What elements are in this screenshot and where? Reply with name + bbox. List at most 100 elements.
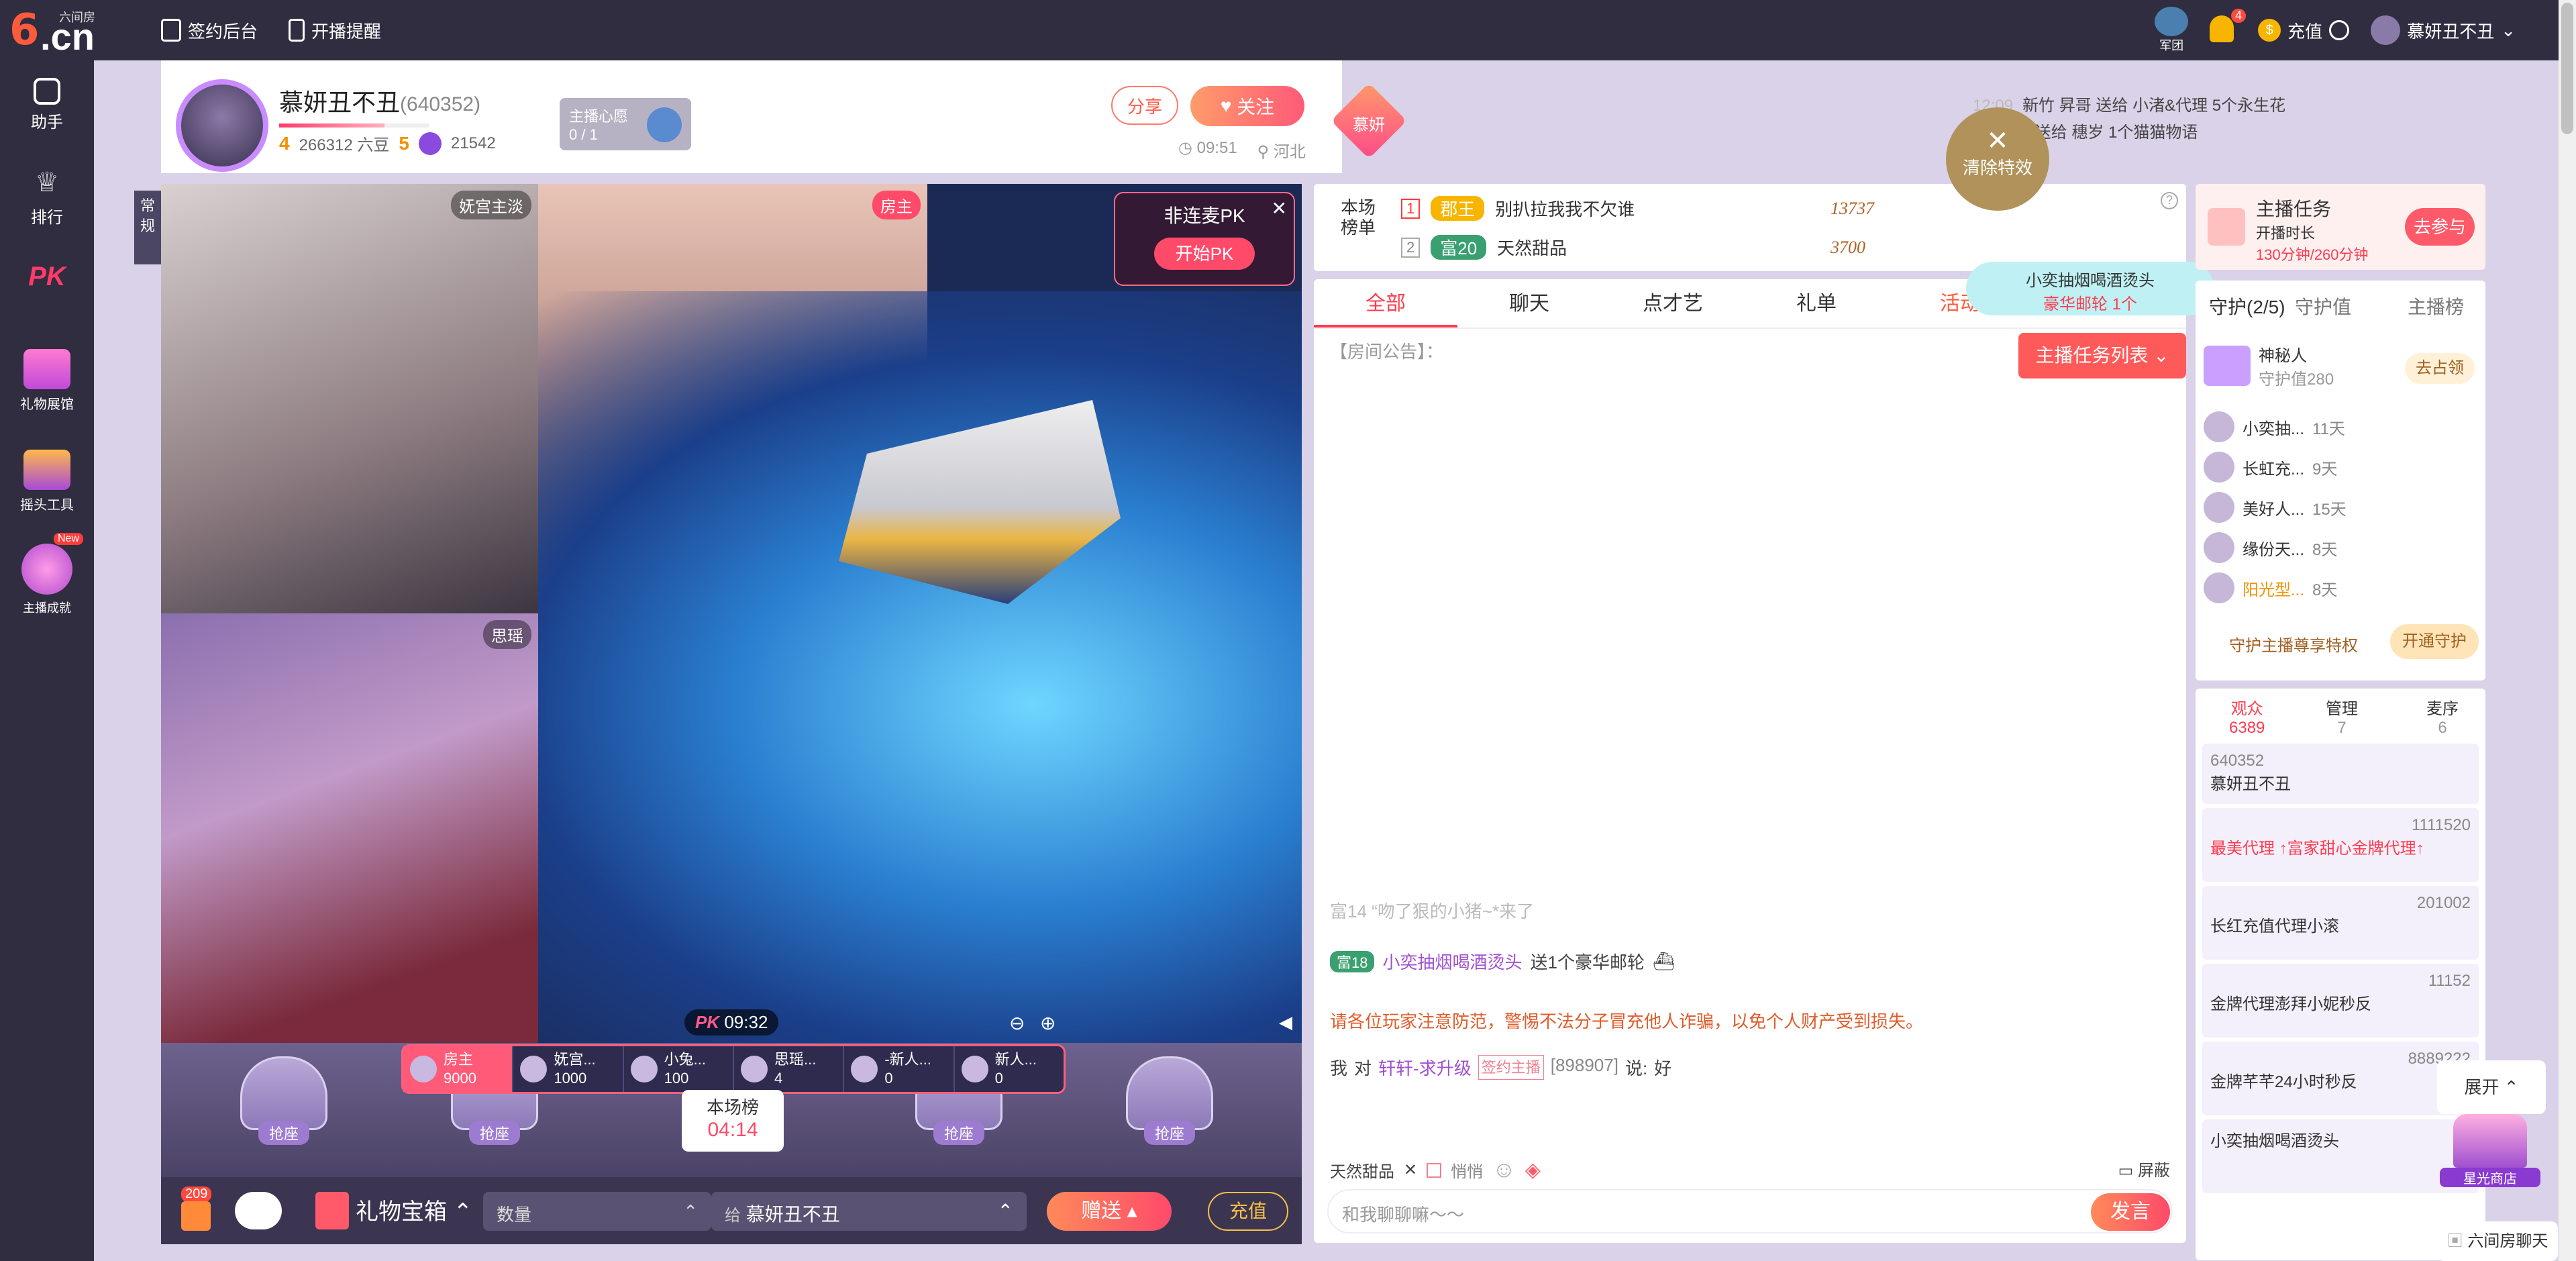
rank-item[interactable]: 妩宫... 1000 [513, 1046, 624, 1092]
start-pk-button[interactable]: 开始PK [1154, 238, 1255, 270]
sidebar-item-tool[interactable]: 摇头工具 [0, 450, 94, 513]
guard-row[interactable]: 小奕抽... 11天 [2204, 408, 2472, 446]
shield-toggle[interactable]: ▭ 屏蔽 [2118, 1157, 2170, 1180]
sidebar-item-ranking[interactable]: ♕ 排行 [0, 165, 94, 228]
audience-item[interactable]: 640352 慕妍丑不丑 [2202, 744, 2479, 804]
avatar [2204, 532, 2234, 563]
seat[interactable]: 抢座 [1107, 1056, 1232, 1157]
video-cam-1[interactable]: 妩宫主淡 [161, 184, 538, 613]
grab-seat-button[interactable]: 抢座 [1143, 1121, 1195, 1145]
tab-admin[interactable]: 管理 7 [2326, 695, 2358, 738]
session-rank-timer[interactable]: 本场榜 04:14 [682, 1090, 784, 1152]
sidebar-item-gift-hall[interactable]: 礼物展馆 [0, 349, 94, 413]
receiver-select[interactable]: 给 慕妍丑不丑 ⌃ [711, 1192, 1027, 1231]
anchor-avatar[interactable] [176, 79, 268, 172]
tab-guard[interactable]: 守护(2/5) [2209, 293, 2285, 319]
avatar [2204, 411, 2234, 442]
sign-tag: 签约主播 [1478, 1055, 1544, 1080]
mode-toggle[interactable]: 常规 [134, 191, 161, 264]
army-button[interactable]: 军团 [2155, 7, 2189, 54]
tab-gift-list[interactable]: 礼单 [1745, 279, 1888, 327]
recharge-button[interactable]: 充值 [1208, 1192, 1288, 1231]
audience-item[interactable]: 1111520 最美代理 ↑富家甜心金牌代理↑ [2202, 808, 2479, 882]
billboard-row[interactable]: 1 郡王 别扒拉我我不欠谁 13737 [1401, 196, 1874, 221]
rank-item[interactable]: 小兔... 100 [624, 1046, 734, 1092]
occupy-button[interactable]: 去占领 [2405, 353, 2475, 384]
open-guard-button[interactable]: 开通守护 [2390, 624, 2479, 659]
guard-row[interactable]: 阳光型... 8天 [2204, 569, 2472, 607]
sidebar-item-assistant[interactable]: 助手 [0, 78, 94, 132]
share-button[interactable]: 分享 [1111, 86, 1178, 125]
chat-input[interactable]: 和我聊聊嘛～～ [1327, 1189, 2173, 1233]
task-list-button[interactable]: 主播任务列表 ⌄ [2018, 333, 2186, 379]
package-icon[interactable] [181, 1201, 211, 1231]
anchor-wish[interactable]: 主播心愿 0 / 1 [560, 98, 691, 150]
sidebar-label: 排行 [31, 209, 63, 227]
tab-anchor-rank[interactable]: 主播榜 [2408, 293, 2464, 319]
chat-target[interactable]: 天然甜品 [1330, 1158, 1394, 1182]
site-logo[interactable]: 6 .cn 六间房 [9, 5, 97, 58]
tab-chat[interactable]: 聊天 [1457, 279, 1601, 327]
rank-item[interactable]: -新人... 0 [844, 1046, 955, 1092]
fan-badge[interactable]: 慕妍 [1331, 83, 1407, 159]
sidebar-item-achievement[interactable]: New 主播成就 [0, 533, 94, 616]
rank-item[interactable]: 新人... 0 [955, 1046, 1064, 1092]
tab-mic-queue[interactable]: 麦序 6 [2426, 695, 2459, 738]
close-icon[interactable]: ✕ [1272, 197, 1287, 219]
guard-row[interactable]: 长虹充... 9天 [2204, 448, 2472, 486]
page-scrollbar[interactable] [2559, 0, 2576, 1261]
chat-dock[interactable]: ▣ 六间房聊天 [2437, 1221, 2558, 1261]
notification-button[interactable]: 4 [2210, 9, 2247, 45]
grab-seat-button[interactable]: 抢座 [468, 1121, 520, 1145]
task-line2: 130分钟/260分钟 [2256, 246, 2369, 263]
guard-row[interactable]: 美好人... 15天 [2204, 489, 2472, 526]
tab-audience[interactable]: 观众 6389 [2229, 695, 2265, 738]
tab-guard-value[interactable]: 守护值 [2295, 293, 2351, 319]
close-icon[interactable]: ✕ [1404, 1160, 1417, 1180]
lucky-icon[interactable] [235, 1192, 282, 1229]
whisper-checkbox[interactable] [1427, 1162, 1442, 1178]
zoom-out-icon[interactable]: ⊖ [1009, 1012, 1036, 1033]
red-packet-icon[interactable]: ◈ [1525, 1158, 1541, 1182]
rank-value: 4 [774, 1070, 783, 1087]
reply-to[interactable]: 轩轩-求升级 [1378, 1055, 1472, 1080]
emoji-icon[interactable]: ☺ [1492, 1157, 1516, 1183]
video-cam-3[interactable]: 思瑶 [161, 613, 538, 1043]
video-player[interactable]: 妩宫主淡 房主 思瑶 [161, 184, 1302, 1043]
follow-button[interactable]: ♥ 关注 [1190, 86, 1304, 126]
clear-effects-button[interactable]: ✕ 清除特效 [1946, 107, 2049, 211]
gift-box-button[interactable]: 礼物宝箱 ⌃ [356, 1193, 472, 1226]
grab-seat-button[interactable]: 抢座 [933, 1121, 984, 1145]
join-task-button[interactable]: 去参与 [2405, 208, 2475, 246]
billboard-row[interactable]: 2 富20 天然甜品 3700 [1401, 235, 1865, 260]
audience-item[interactable]: 小奕抽烟喝酒烫头 [2202, 1119, 2479, 1193]
send-gift-button[interactable]: 赠送 ▴ [1047, 1192, 1172, 1231]
user-menu[interactable]: 慕妍丑不丑 ⌄ [2371, 15, 2516, 45]
expand-button[interactable]: 展开 ⌃ [2437, 1060, 2546, 1114]
gift-sender[interactable]: 小奕抽烟喝酒烫头 [1382, 949, 1522, 974]
rank-item[interactable]: 房主 9000 [403, 1046, 514, 1092]
sidebar-item-pk[interactable]: PK [0, 262, 94, 292]
recharge-link[interactable]: $ 充值 [2258, 18, 2350, 43]
zoom-in-icon[interactable]: ⊕ [1040, 1012, 1067, 1033]
scrollbar-thumb[interactable] [2561, 3, 2573, 134]
gift-box-icon [315, 1192, 349, 1229]
live-remind-button[interactable]: 开播提醒 [289, 16, 381, 44]
star-store-button[interactable]: 星光商店 [2440, 1114, 2540, 1195]
help-icon[interactable]: ? [2161, 192, 2178, 209]
audience-item[interactable]: 11152 金牌代理澎拜小妮秒反 [2202, 964, 2479, 1038]
audience-item[interactable]: 201002 长红充值代理小滚 [2202, 886, 2479, 960]
guard-row[interactable]: 缘份天... 8天 [2204, 529, 2472, 566]
seat[interactable]: 抢座 [221, 1056, 346, 1157]
tab-label: 管理 [2326, 700, 2358, 718]
package-count: 209 [181, 1187, 212, 1202]
send-message-button[interactable]: 发言 [2091, 1193, 2170, 1231]
volume-icon[interactable]: ◀ [1279, 1012, 1292, 1033]
sign-backend-button[interactable]: 签约后台 [161, 16, 258, 44]
grab-seat-button[interactable]: 抢座 [258, 1121, 309, 1145]
tab-talent[interactable]: 点才艺 [1601, 279, 1745, 327]
guard-privilege-link[interactable]: 守护主播尊享特权 [2229, 632, 2358, 656]
tab-all[interactable]: 全部 [1314, 279, 1457, 327]
rank-item[interactable]: 思瑶... 4 [734, 1046, 845, 1092]
quantity-input[interactable]: 数量 ⌃ [483, 1192, 711, 1231]
